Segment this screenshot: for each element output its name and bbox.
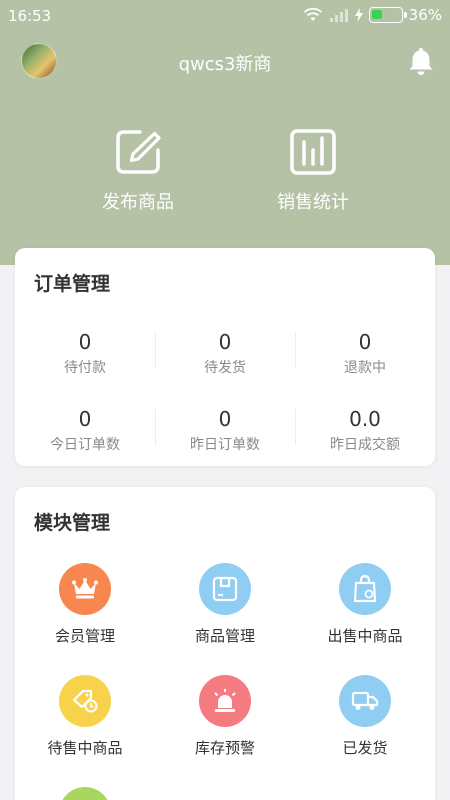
module-label: 已发货 [342,739,388,757]
module-icon-circle [59,563,111,615]
crown-icon [72,578,98,599]
module-on-sale-products[interactable]: 出售中商品 [295,563,435,646]
stat-value: 0.0 [349,407,381,431]
order-management-card: 订单管理 0 待付款 0 待发货 0 退款中 0 今日订单数 0 昨日订单数 0… [15,248,435,466]
stat-value: 0 [218,330,232,354]
battery-percent: 36% [408,6,442,24]
alarm-light-icon [214,689,236,712]
status-time: 16:53 [8,7,52,25]
module-label: 商品管理 [194,627,255,645]
module-stock-warning[interactable]: 库存预警 [155,675,295,758]
bar-chart-icon [290,129,336,175]
stat-pending-shipment[interactable]: 0 待发货 [155,330,295,377]
module-member-management[interactable]: 会员管理 [15,563,155,646]
module-icon-circle [59,787,111,800]
module-icon-circle [339,563,391,615]
module-label: 库存预警 [194,739,255,757]
stat-value: 0 [218,407,232,431]
module-management-title: 模块管理 [34,512,111,534]
publish-product-label: 发布商品 [102,192,174,213]
module-icon-circle [339,675,391,727]
module-label: 出售中商品 [327,627,403,645]
price-tag-clock-icon [72,689,98,713]
stat-value: 0 [78,407,92,431]
delivery-truck-icon [351,691,379,710]
header-banner [0,0,450,265]
charging-icon [354,8,363,22]
status-bar: 16:53 36% [0,0,450,32]
battery-icon [368,7,407,23]
stat-label: 待付款 [64,360,106,376]
sales-stats-button[interactable]: 销售统计 [248,128,378,214]
module-management-card: 模块管理 会员管理 商品管理 出售中商品 待售中商品 库存预警 已发货 [15,487,435,800]
sales-stats-label: 销售统计 [277,192,349,213]
module-pending-sale-products[interactable]: 待售中商品 [15,675,155,758]
module-icon-circle [199,675,251,727]
publish-product-button[interactable]: 发布商品 [73,128,203,214]
stat-label: 待发货 [204,360,246,376]
stat-pending-payment[interactable]: 0 待付款 [15,330,155,377]
page-title: qwcs3新商 [178,54,272,75]
stat-label: 昨日订单数 [190,437,260,453]
order-management-title: 订单管理 [34,273,111,295]
stat-value: 0 [358,330,372,354]
stat-label: 今日订单数 [50,437,120,453]
bell-icon[interactable] [407,46,435,76]
stat-value: 0 [78,330,92,354]
wifi-icon [303,7,322,21]
stat-yesterday-revenue[interactable]: 0.0 昨日成交额 [295,407,435,454]
stat-refunding[interactable]: 0 退款中 [295,330,435,377]
stat-today-orders[interactable]: 0 今日订单数 [15,407,155,454]
stat-yesterday-orders[interactable]: 0 昨日订单数 [155,407,295,454]
module-icon-circle [59,675,111,727]
box-icon [212,576,238,602]
stat-label: 昨日成交额 [330,437,400,453]
module-product-management[interactable]: 商品管理 [155,563,295,646]
edit-icon [116,130,161,174]
module-partial-item[interactable] [15,787,155,800]
module-label: 待售中商品 [47,739,123,757]
module-label: 会员管理 [54,627,115,645]
stat-label: 退款中 [344,360,386,376]
shopping-bag-icon [353,575,377,603]
signal-icon [329,9,348,22]
module-shipped[interactable]: 已发货 [295,675,435,758]
module-icon-circle [199,563,251,615]
